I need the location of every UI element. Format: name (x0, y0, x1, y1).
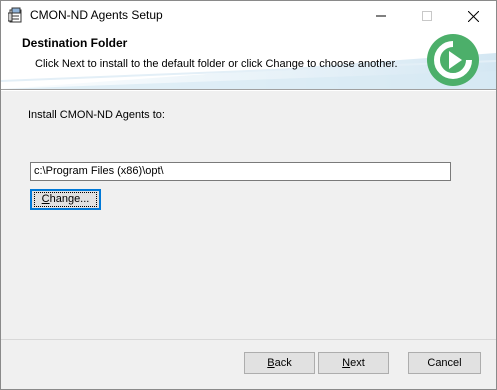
next-button-label: Next (342, 357, 365, 369)
back-button[interactable]: Back (244, 352, 315, 374)
cancel-button-label: Cancel (427, 357, 462, 369)
banner-title: Destination Folder (22, 36, 128, 50)
banner-description: Click Next to install to the default fol… (35, 58, 398, 70)
cancel-button[interactable]: Cancel (408, 352, 481, 374)
back-button-label: Back (267, 357, 292, 369)
next-button[interactable]: Next (318, 352, 389, 374)
change-button-label: Change... (33, 192, 98, 207)
install-location-label: Install CMON-ND Agents to: (28, 109, 165, 121)
close-icon (467, 10, 479, 22)
banner-divider-highlight (1, 90, 496, 91)
title-bar[interactable]: CMON-ND Agents Setup (1, 1, 496, 31)
install-path-field[interactable] (30, 162, 451, 181)
window-title: CMON-ND Agents Setup (30, 8, 163, 22)
maximize-button[interactable] (404, 1, 450, 31)
close-button[interactable] (450, 1, 496, 31)
footer-divider (1, 339, 496, 340)
change-button[interactable]: Change... (30, 189, 101, 210)
minimize-icon (376, 15, 386, 17)
setup-window: CMON-ND Agents Setup Destination Folder … (0, 0, 497, 390)
header-banner: Destination Folder Click Next to install… (1, 31, 496, 89)
installer-app-icon (7, 7, 24, 23)
cmon-logo-icon (427, 34, 479, 86)
minimize-button[interactable] (358, 1, 404, 31)
maximize-icon (422, 11, 432, 21)
